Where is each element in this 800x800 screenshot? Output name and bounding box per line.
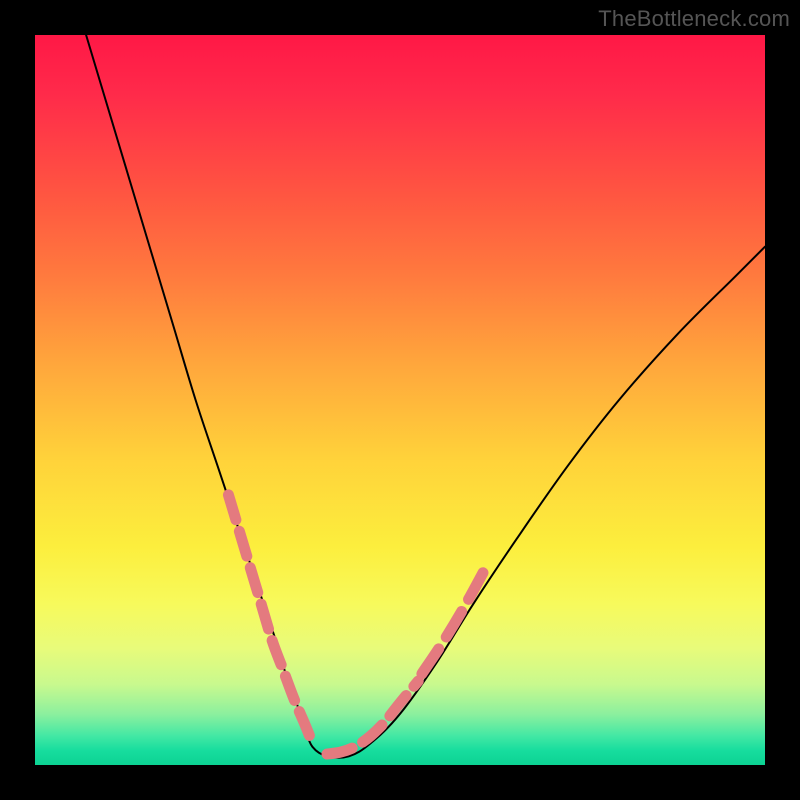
series-container: [86, 35, 765, 758]
plot-area: [35, 35, 765, 765]
series-pink-dashes-right-upper: [422, 564, 488, 674]
chart-frame: TheBottleneck.com: [0, 0, 800, 800]
series-pink-dashes-right: [327, 681, 418, 754]
watermark-text: TheBottleneck.com: [598, 6, 790, 32]
series-pink-dashes-left: [228, 495, 312, 743]
series-v-curve: [86, 35, 765, 758]
chart-svg: [35, 35, 765, 765]
